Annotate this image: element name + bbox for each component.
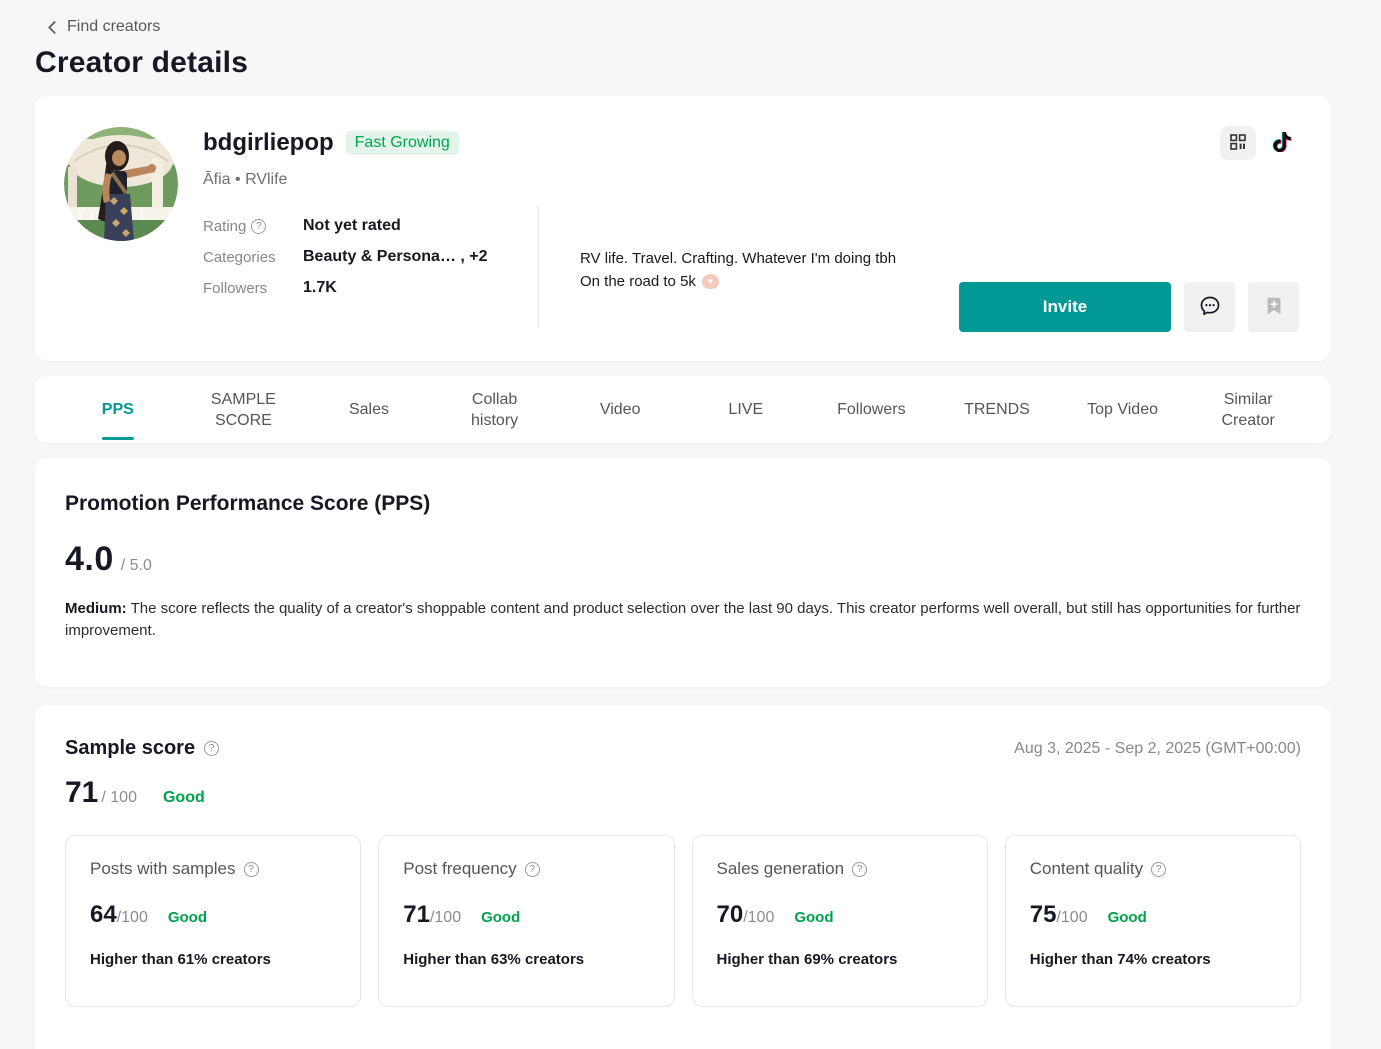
categories-label: Categories [203, 248, 276, 266]
rating-value: Not yet rated [303, 217, 401, 234]
qr-code-button[interactable] [1220, 126, 1256, 160]
sample-score-help-icon[interactable]: ? [204, 741, 220, 756]
creator-subtitle: Āfia • RVlife [203, 171, 288, 188]
followers-value: 1.7K [303, 279, 337, 296]
avatar-image [64, 127, 178, 241]
save-creator-button[interactable] [1248, 282, 1299, 332]
sample-score-denominator: / 100 [101, 789, 137, 806]
fast-growing-badge: Fast Growing [345, 131, 459, 155]
metric-score: 75 [1029, 901, 1057, 928]
pps-score: 4.0 [65, 540, 114, 578]
metric-comparison: Higher than 69% creators [716, 951, 898, 968]
content-quality-help-icon[interactable]: ? [1151, 861, 1167, 877]
tab-live[interactable]: LIVE [683, 376, 809, 443]
profile-actions: Invite [959, 282, 1299, 332]
pps-section: Promotion Performance Score (PPS) 4.0 / … [35, 458, 1331, 687]
rating-help-icon[interactable]: ? [251, 218, 267, 234]
profile-card: bdgirliepop Fast Growing Āfia • RVlife R… [35, 96, 1331, 361]
rating-label: Rating ? [203, 217, 303, 235]
creator-details-page: Find creators Creator details bdgirliepo… [0, 0, 1381, 1049]
back-link[interactable]: Find creators [35, 18, 1331, 36]
back-chevron-icon [46, 20, 59, 34]
page-title: Creator details [35, 46, 249, 79]
metric-denominator: /100 [116, 909, 148, 926]
invite-button[interactable]: Invite [959, 282, 1171, 332]
avatar[interactable] [64, 127, 178, 241]
message-button[interactable] [1184, 282, 1235, 332]
metric-denominator: /100 [743, 909, 775, 926]
metric-comparison: Higher than 61% creators [90, 951, 271, 968]
pps-grade-word: Medium: [65, 600, 127, 617]
metric-card-post-frequency: Post frequency ? 71 /100 Good Higher tha… [378, 835, 675, 1007]
sales-generation-help-icon[interactable]: ? [852, 861, 868, 877]
chat-bubble-icon [1198, 294, 1222, 321]
pps-description: Medium: The score reflects the quality o… [65, 600, 1301, 639]
metric-grade: Good [167, 909, 207, 926]
qr-code-icon [1229, 133, 1247, 154]
sample-score-grade: Good [162, 789, 205, 806]
metric-score: 64 [90, 901, 117, 928]
metric-score: 71 [403, 901, 430, 928]
metric-title: Posts with samples [90, 859, 236, 878]
followers-label: Followers [203, 279, 268, 297]
sample-score-row: 71 / 100 Good [65, 776, 1301, 810]
bookmark-plus-icon [1263, 295, 1285, 320]
tab-video[interactable]: Video [557, 376, 683, 443]
metric-denominator: /100 [1056, 909, 1088, 926]
sample-score-section: Sample score ? Aug 3, 2025 - Sep 2, 2025… [35, 705, 1331, 1049]
heart-hands-emoji: ♥ [701, 274, 719, 289]
tab-sales[interactable]: Sales [306, 376, 432, 443]
tab-top-video[interactable]: Top Video [1060, 376, 1186, 443]
categories-value: Beauty & Persona… , +2 [303, 248, 488, 265]
tab-sample-score[interactable]: SAMPLE SCORE [181, 376, 307, 443]
tab-pps[interactable]: PPS [55, 376, 181, 443]
creator-bio: RV life. Travel. Crafting. Whatever I'm … [580, 247, 896, 293]
metric-title: Post frequency [403, 859, 517, 878]
back-link-label: Find creators [67, 18, 161, 35]
sample-score-title: Sample score [65, 737, 196, 759]
metric-title: Content quality [1029, 859, 1144, 878]
corner-actions [1220, 126, 1300, 160]
pps-score-row: 4.0 / 5.0 [65, 540, 1301, 579]
tab-similar-creator[interactable]: Similar Creator [1185, 376, 1311, 443]
metric-card-sales-generation: Sales generation ? 70 /100 Good Higher t… [691, 835, 988, 1007]
tab-collab-history[interactable]: Collab history [432, 376, 558, 443]
metric-score: 70 [716, 901, 744, 928]
creator-tabbar: PPS SAMPLE SCORE Sales Collab history Vi… [35, 376, 1331, 443]
divider [538, 206, 539, 328]
tab-trends[interactable]: TRENDS [934, 376, 1060, 443]
bio-line-1: RV life. Travel. Crafting. Whatever I'm … [580, 250, 897, 267]
posts-with-samples-help-icon[interactable]: ? [243, 861, 259, 877]
creator-username: bdgirliepop [203, 129, 334, 156]
metric-denominator: /100 [429, 909, 462, 926]
sample-score-value: 71 [65, 776, 99, 809]
metric-card-content-quality: Content quality ? 75 /100 Good Higher th… [1004, 835, 1301, 1007]
date-range: Aug 3, 2025 - Sep 2, 2025 (GMT+00:00) [1014, 739, 1301, 757]
metric-title: Sales generation [716, 859, 845, 878]
tiktok-logo-icon [1272, 131, 1292, 155]
metric-grade: Good [794, 909, 834, 926]
metric-comparison: Higher than 63% creators [403, 951, 585, 968]
metric-grid: Posts with samples ? 64 /100 Good Higher… [65, 835, 1301, 1007]
creator-info: Rating ? Not yet rated Categories Beauty… [203, 217, 488, 297]
metric-comparison: Higher than 74% creators [1029, 951, 1211, 968]
metric-grade: Good [1107, 909, 1147, 926]
metric-card-posts-with-samples: Posts with samples ? 64 /100 Good Higher… [65, 835, 362, 1007]
tiktok-profile-button[interactable] [1264, 126, 1300, 160]
pps-denominator: / 5.0 [120, 557, 152, 574]
metric-grade: Good [481, 909, 521, 926]
post-frequency-help-icon[interactable]: ? [524, 861, 540, 877]
bio-line-2: On the road to 5k [580, 273, 696, 290]
tab-followers[interactable]: Followers [809, 376, 935, 443]
pps-title: Promotion Performance Score (PPS) [65, 492, 431, 515]
